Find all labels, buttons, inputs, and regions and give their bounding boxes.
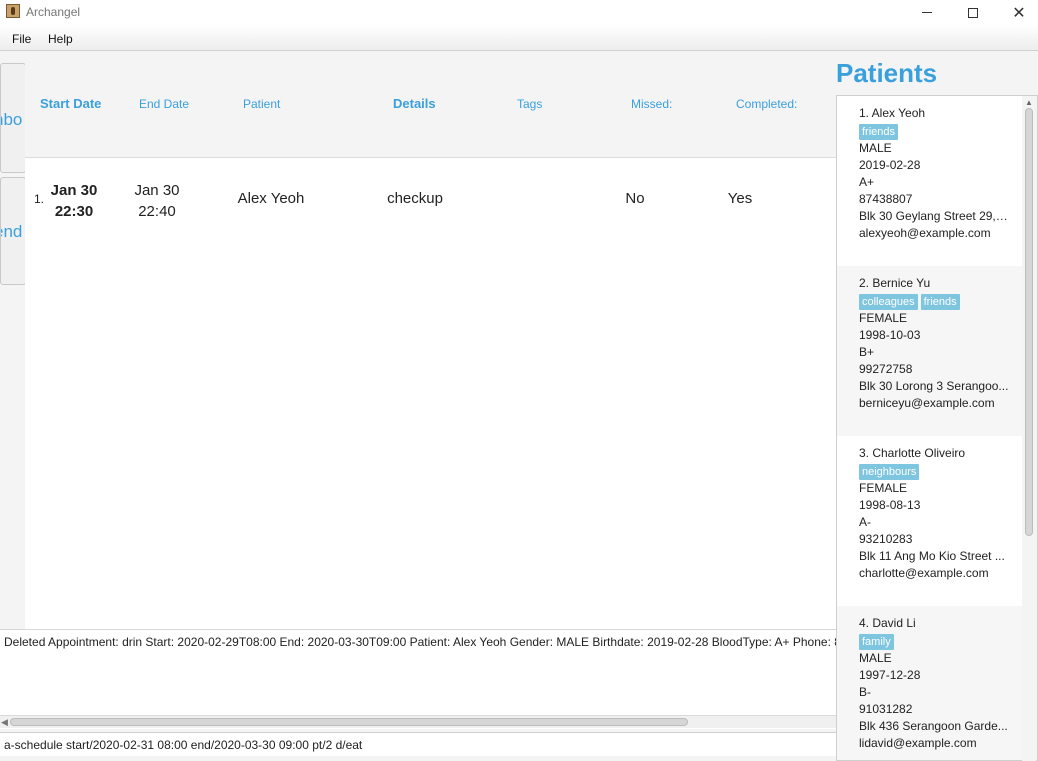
patient-email: berniceyu@example.com [859, 396, 995, 410]
menu-help[interactable]: Help [48, 32, 73, 46]
patient-birthdate: 2019-02-28 [859, 158, 921, 172]
header-missed[interactable]: Missed: [631, 97, 672, 111]
result-text: Deleted Appointment: drin Start: 2020-02… [4, 635, 836, 649]
patient-phone: 87438807 [859, 192, 913, 206]
patient-tags: neighbours [859, 462, 922, 480]
patient-gender: FEMALE [859, 481, 908, 495]
start-date: Jan 30 [50, 182, 98, 199]
patients-title: Patients [836, 58, 938, 88]
patient-address: Blk 30 Geylang Street 29, ... [859, 209, 1009, 223]
patient-name: 3. Charlotte Oliveiro [859, 446, 966, 460]
command-box[interactable]: a-schedule start/2020-02-31 08:00 end/20… [0, 732, 838, 756]
window-title: Archangel [26, 5, 81, 19]
patient-phone: 99272758 [859, 362, 913, 376]
minimize-button[interactable] [904, 0, 950, 25]
completed-cell: Yes [727, 190, 753, 207]
patient-birthdate: 1998-08-13 [859, 498, 921, 512]
patient-list: 1. Alex Yeoh friends MALE 2019-02-28 A+ … [836, 95, 1038, 761]
scroll-left-icon[interactable]: ◀ [1, 717, 8, 728]
scrollbar-thumb[interactable] [10, 718, 688, 726]
patient-email: charlotte@example.com [859, 566, 989, 580]
command-input[interactable]: a-schedule start/2020-02-31 08:00 end/20… [4, 738, 362, 752]
close-icon: ✕ [1012, 4, 1026, 22]
patient-tag: family [859, 634, 894, 650]
patient-cell: Alex Yeoh [237, 190, 305, 207]
patient-tag: colleagues [859, 294, 918, 310]
patient-address: Blk 436 Serangoon Garde... [859, 719, 1008, 733]
patient-tag: neighbours [859, 464, 920, 480]
app-window: Archangel ✕ File Help hbo end Start Date… [0, 0, 1038, 761]
patient-gender: FEMALE [859, 311, 908, 325]
patient-tag: friends [859, 124, 899, 140]
menu-file[interactable]: File [12, 32, 31, 46]
header-patient[interactable]: Patient [243, 97, 280, 111]
missed-cell: No [625, 190, 645, 207]
patient-tag: friends [920, 294, 960, 310]
header-completed[interactable]: Completed: [736, 97, 797, 111]
start-date-cell: Jan 30 22:30 [39, 180, 109, 222]
side-tab-1-label: hbo [1, 110, 23, 129]
scrollbar-thumb[interactable] [1025, 108, 1033, 536]
patient-tags: colleagues friends [859, 292, 963, 310]
patient-list-scrollbar[interactable]: ▲ [1022, 96, 1036, 761]
patient-blood-type: B- [859, 685, 871, 699]
patient-phone: 93210283 [859, 532, 913, 546]
patient-card-3[interactable]: 3. Charlotte Oliveiro neighbours FEMALE … [837, 436, 1023, 606]
result-horizontal-scrollbar[interactable]: ◀ [0, 715, 838, 728]
patient-email: lidavid@example.com [859, 736, 977, 750]
patient-name: 1. Alex Yeoh [859, 106, 926, 120]
end-date-cell: Jan 30 22:40 [122, 180, 192, 222]
close-button[interactable]: ✕ [996, 0, 1038, 25]
header-start-date[interactable]: Start Date [40, 96, 101, 111]
patient-blood-type: B+ [859, 345, 875, 359]
patient-address: Blk 11 Ang Mo Kio Street ... [859, 549, 1005, 563]
scroll-up-icon[interactable]: ▲ [1025, 98, 1033, 107]
side-tab-2[interactable]: end [0, 177, 26, 285]
app-icon [6, 4, 20, 18]
patient-tags: friends [859, 122, 901, 140]
patient-card-4[interactable]: 4. David Li family MALE 1997-12-28 B- 91… [837, 606, 1023, 760]
side-tab-2-label: end [1, 222, 23, 241]
appointment-header-row: Start Date End Date Patient Details Tags… [25, 52, 837, 157]
maximize-button[interactable] [950, 0, 996, 25]
minimize-icon [922, 12, 932, 13]
header-end-date[interactable]: End Date [139, 97, 189, 111]
result-display[interactable]: Deleted Appointment: drin Start: 2020-02… [0, 629, 838, 729]
patient-name: 4. David Li [859, 616, 916, 630]
appointment-table: 1. Jan 30 22:30 Jan 30 22:40 Alex Yeoh c… [25, 157, 837, 629]
end-date: Jan 30 [134, 182, 180, 199]
patient-address: Blk 30 Lorong 3 Serangoo... [859, 379, 1009, 393]
end-time: 22:40 [138, 203, 176, 220]
patient-birthdate: 1998-10-03 [859, 328, 921, 342]
patient-birthdate: 1997-12-28 [859, 668, 921, 682]
menu-bar: File Help [0, 25, 1038, 51]
start-time: 22:30 [54, 203, 94, 220]
patient-phone: 91031282 [859, 702, 913, 716]
details-cell: checkup [387, 190, 443, 207]
patient-email: alexyeoh@example.com [859, 226, 991, 240]
side-tab-1[interactable]: hbo [0, 63, 26, 173]
header-details[interactable]: Details [393, 96, 436, 111]
patient-name: 2. Bernice Yu [859, 276, 931, 290]
patient-card-1[interactable]: 1. Alex Yeoh friends MALE 2019-02-28 A+ … [837, 96, 1023, 266]
patient-gender: MALE [859, 141, 892, 155]
patient-tags: family [859, 632, 897, 650]
title-bar: Archangel ✕ [0, 0, 1038, 25]
patient-gender: MALE [859, 651, 892, 665]
header-tags[interactable]: Tags [517, 97, 542, 111]
patient-card-2[interactable]: 2. Bernice Yu colleagues friends FEMALE 1… [837, 266, 1023, 436]
maximize-icon [968, 7, 978, 18]
patient-blood-type: A+ [859, 175, 875, 189]
patient-blood-type: A- [859, 515, 871, 529]
